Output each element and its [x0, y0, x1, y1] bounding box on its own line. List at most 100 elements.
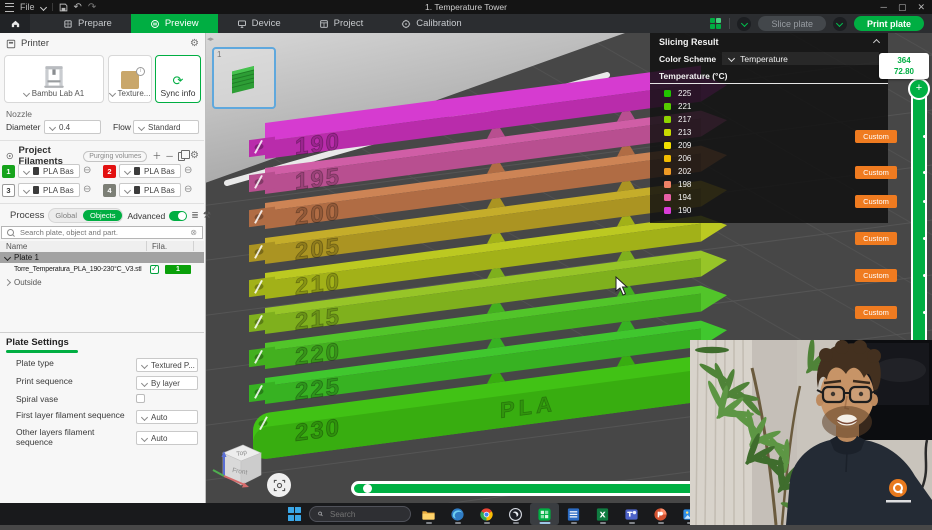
filament-slot-3[interactable]: 3PLA Basic⊖: [2, 183, 91, 197]
custom-gcode-mark[interactable]: Custom: [855, 269, 897, 282]
remove-filament-icon[interactable]: ⊖: [83, 166, 91, 176]
add-filament-icon[interactable]: ＋: [152, 152, 161, 161]
home-button[interactable]: [0, 14, 30, 33]
tower-temperature-label: 225: [295, 373, 341, 406]
tab-label: Project: [334, 18, 364, 29]
custom-gcode-mark[interactable]: Custom: [855, 166, 897, 179]
tab-project[interactable]: Project: [300, 14, 383, 33]
global-option[interactable]: Global: [49, 211, 83, 220]
custom-gcode-mark[interactable]: Custom: [855, 232, 897, 245]
custom-gcode-mark[interactable]: Custom: [855, 306, 897, 319]
taskbar-icon-ppt[interactable]: [646, 503, 675, 525]
layer-slider-handle[interactable]: +: [908, 78, 930, 100]
collapse-panel-icon[interactable]: ◂▸: [207, 35, 214, 43]
object-filament-badge[interactable]: 1: [165, 265, 191, 274]
compare-icon[interactable]: ⚒: [203, 211, 211, 220]
filament-color-swatch[interactable]: 1: [2, 165, 15, 178]
slice-plate-button[interactable]: Slice plate: [758, 16, 826, 31]
redo-icon[interactable]: ↷: [88, 2, 96, 13]
undo-icon[interactable]: ↶: [74, 2, 82, 13]
move-slider-handle[interactable]: [363, 484, 372, 493]
close-button[interactable]: ✕: [917, 2, 925, 13]
clear-search-icon[interactable]: ⊗: [190, 228, 197, 237]
filament-select[interactable]: PLA Basic: [18, 164, 80, 178]
taskbar-icon-obs[interactable]: [501, 503, 530, 525]
plate-thumbnail[interactable]: 1: [212, 47, 276, 109]
setting-value: Auto: [151, 434, 167, 443]
spiral-vase-checkbox[interactable]: [136, 394, 145, 403]
plate-row[interactable]: Plate 1: [0, 252, 204, 263]
tab-device[interactable]: Device: [218, 14, 300, 33]
filament-slot-4[interactable]: 4PLA Basic⊖: [103, 183, 192, 197]
taskbar-search-input[interactable]: [328, 509, 402, 520]
taskbar-icon-folder[interactable]: [414, 503, 443, 525]
taskbar-icon-word[interactable]: [559, 503, 588, 525]
minimize-button[interactable]: ─: [881, 2, 887, 12]
sync-info-button[interactable]: ⟳ Sync info: [155, 55, 201, 103]
tab-prepare[interactable]: Prepare: [44, 14, 131, 33]
setting-select[interactable]: Auto: [136, 410, 198, 424]
slice-options-dropdown[interactable]: [737, 17, 751, 31]
setting-row-1: Print sequenceBy layer: [16, 376, 198, 390]
filament-select[interactable]: PLA Basic: [119, 164, 181, 178]
custom-gcode-mark[interactable]: Custom: [855, 130, 897, 143]
plate-card[interactable]: i Texture...: [108, 55, 152, 103]
remove-filament-icon[interactable]: ⊖: [184, 166, 192, 176]
filament-color-swatch[interactable]: 3: [2, 184, 15, 197]
view-cube[interactable]: Top Front: [211, 439, 269, 501]
legend-swatch: [664, 103, 671, 110]
filament-select[interactable]: PLA Basic: [18, 183, 80, 197]
filament-slot-1[interactable]: 1PLA Basic⊖: [2, 164, 91, 178]
taskbar-search[interactable]: [309, 506, 411, 522]
legend-row: 194: [650, 191, 888, 204]
filament-color-swatch[interactable]: 4: [103, 184, 116, 197]
object-row[interactable]: Torre_Temperatura_PLA_190-230°C_V3.stl ✓…: [0, 263, 204, 275]
remove-filament-icon[interactable]: ─: [166, 152, 172, 161]
color-scheme-select[interactable]: Temperature: [722, 52, 879, 65]
focus-view-button[interactable]: [267, 473, 291, 497]
file-menu[interactable]: File: [20, 2, 35, 12]
printer-card[interactable]: Bambu Lab A1: [4, 55, 104, 103]
print-options-dropdown[interactable]: [833, 17, 847, 31]
flow-select[interactable]: Standard: [133, 120, 199, 134]
diameter-select[interactable]: 0.4: [44, 120, 101, 134]
view-list-icon[interactable]: ≣: [191, 211, 199, 220]
remove-filament-icon[interactable]: ⊖: [83, 185, 91, 195]
tab-calibration[interactable]: Calibration: [382, 14, 480, 33]
sync-filament-list-icon[interactable]: [178, 152, 185, 161]
object-visible-checkbox[interactable]: ✓: [150, 265, 159, 274]
taskbar-icon-edge[interactable]: [443, 503, 472, 525]
taskbar-icon-excel[interactable]: [588, 503, 617, 525]
setting-select[interactable]: Auto: [136, 431, 198, 445]
printer-settings-gear-icon[interactable]: ⚙: [190, 39, 199, 49]
filament-slot-2[interactable]: 2PLA Basic⊖: [103, 164, 192, 178]
start-button[interactable]: [288, 507, 302, 521]
filament-select[interactable]: PLA Basic: [119, 183, 181, 197]
collapse-chevron-icon[interactable]: [873, 38, 880, 45]
taskbar-icon-chrome[interactable]: [472, 503, 501, 525]
maximize-button[interactable]: ▢: [898, 2, 907, 13]
global-objects-toggle[interactable]: Global Objects: [48, 208, 123, 223]
taskbar-icon-teams[interactable]: [617, 503, 646, 525]
filament-settings-gear-icon[interactable]: ⚙: [190, 151, 199, 161]
custom-gcode-mark[interactable]: Custom: [855, 195, 897, 208]
objects-option[interactable]: Objects: [83, 210, 122, 221]
advanced-toggle[interactable]: [169, 211, 187, 221]
color-scheme-value: Temperature: [740, 54, 788, 64]
plates-manager-icon[interactable]: [710, 18, 722, 30]
taskbar-icon-bambu[interactable]: [530, 503, 559, 525]
menu-icon[interactable]: [5, 3, 14, 12]
print-plate-button[interactable]: Print plate: [854, 16, 924, 31]
tab-preview[interactable]: Preview: [131, 14, 218, 33]
setting-select[interactable]: Textured P...: [136, 358, 198, 372]
filament-color-swatch[interactable]: 2: [103, 165, 116, 178]
outside-row[interactable]: Outside: [0, 276, 204, 288]
save-icon[interactable]: [59, 3, 68, 12]
remove-filament-icon[interactable]: ⊖: [184, 185, 192, 195]
move-slider[interactable]: [351, 481, 701, 496]
object-search-input[interactable]: [18, 227, 186, 238]
info-icon[interactable]: i: [136, 67, 145, 76]
focus-icon: [273, 479, 286, 492]
purging-volumes-button[interactable]: Purging volumes: [83, 151, 147, 162]
setting-select[interactable]: By layer: [136, 376, 198, 390]
